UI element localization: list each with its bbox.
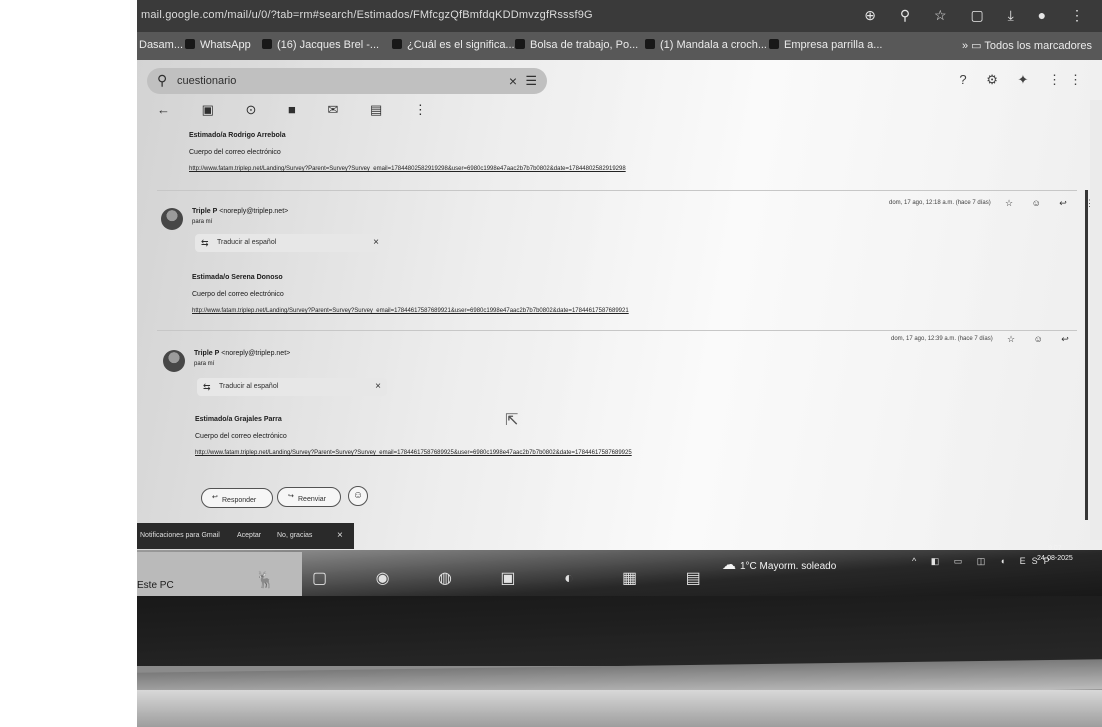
avatar [161, 208, 183, 230]
close-icon[interactable]: × [375, 381, 381, 392]
divider [157, 190, 1077, 191]
all-bookmarks[interactable]: » ▭ Todos los marcadores [962, 39, 1092, 52]
translate-banner[interactable]: ⇆ Traducir al español × [195, 234, 385, 252]
notification-snackbar: Notificaciones para Gmail Aceptar No, gr… [137, 523, 354, 549]
bookmark-item[interactable]: ¿Cuál es el significa... [392, 39, 515, 51]
survey-link[interactable]: http://www.fatam.triplep.net/Landing/Sur… [192, 308, 629, 314]
allow-notifications-button[interactable]: Aceptar [237, 532, 261, 539]
clear-search-icon[interactable]: × [509, 73, 517, 89]
bookmarks-bar: Dasam... WhatsApp (16) Jacques Brel -...… [137, 32, 1102, 60]
search-bar[interactable]: ⚲ cuestionario × ☰ [147, 68, 547, 94]
body-text: Cuerpo del correo electrónico [195, 433, 287, 440]
scrollbar[interactable] [1085, 190, 1088, 520]
gmail-header-icons[interactable]: ? ⚙ ✦ ⋮⋮ [959, 72, 1090, 88]
laptop-bezel [137, 596, 1102, 666]
youtube-icon [262, 39, 272, 49]
side-panel-strip[interactable] [1090, 100, 1102, 540]
page-icon [392, 39, 402, 49]
search-icon[interactable]: ⚲ [157, 72, 167, 89]
this-pc-label[interactable]: Este PC [137, 580, 174, 591]
browser-toolbar-icons[interactable]: ⊕ ⚲ ☆ ▢ ⤓ ● ⋮ [864, 7, 1094, 24]
divider [157, 330, 1077, 331]
weather-icon: ☁ [722, 556, 736, 572]
weather-widget[interactable]: ☁ 1°C Mayorm. soleado [722, 556, 836, 573]
emoji-reaction-button[interactable]: ☺ [348, 486, 368, 506]
reindeer-icon: 🦌 [255, 572, 275, 589]
bookmark-item[interactable]: Empresa parrilla a... [769, 39, 882, 51]
mouse-cursor-icon: ⇱ [505, 412, 519, 429]
taskbar-app-icons[interactable]: ▢ ◉ ◍ ▣ ◐ ▦ ▤ [312, 568, 723, 588]
reply-button[interactable]: ↩ Responder [201, 488, 273, 508]
close-icon[interactable]: × [373, 237, 379, 248]
deny-notifications-button[interactable]: No, gracias [277, 532, 312, 539]
taskbar-clock[interactable]: 9:07 24-08-2025 [1037, 544, 1073, 564]
greeting: Estimado/a Grajales Parra [195, 416, 282, 423]
sender[interactable]: Triple P <noreply@triplep.net> [194, 350, 290, 357]
avatar [163, 350, 185, 372]
search-options-icon[interactable]: ☰ [525, 73, 537, 89]
globe-icon [769, 39, 779, 49]
system-tray-icons[interactable]: ^ ◧ ▭ ◫ ◖ ESP [912, 556, 1056, 567]
translate-icon: ⇆ [201, 238, 209, 248]
search-input[interactable]: cuestionario [177, 75, 236, 87]
survey-link[interactable]: http://www.fatam.triplep.net/Landing/Sur… [195, 450, 632, 456]
bookmark-item[interactable]: Bolsa de trabajo, Po... [515, 39, 638, 51]
translate-icon: ⇆ [203, 382, 211, 392]
recipient[interactable]: para mí [192, 219, 212, 225]
translate-banner[interactable]: ⇆ Traducir al español × [197, 378, 387, 396]
laptop-base [137, 690, 1102, 727]
survey-link[interactable]: http://www.fatam.triplep.net/Landing/Sur… [189, 166, 626, 172]
youtube-icon [645, 39, 655, 49]
greeting: Estimada/o Serena Donoso [192, 274, 283, 281]
message-toolbar[interactable]: ← ▣ ⊙ ■ ✉ ▤ ⋮ [157, 102, 441, 124]
recipient[interactable]: para mí [194, 361, 214, 367]
gmail-window: ⚲ cuestionario × ☰ ? ⚙ ✦ ⋮⋮ ← ▣ ⊙ ■ ✉ ▤ … [137, 60, 1102, 550]
message-date: dom, 17 ago, 12:39 a.m. (hace 7 días) [891, 336, 993, 342]
greeting: Estimado/a Rodrigo Arrebola [189, 132, 286, 139]
message-date: dom, 17 ago, 12:18 a.m. (hace 7 días) [889, 200, 991, 206]
desktop-area [137, 552, 302, 600]
bookmark-item[interactable]: (16) Jacques Brel -... [262, 39, 379, 51]
whatsapp-icon [185, 39, 195, 49]
body-text: Cuerpo del correo electrónico [189, 149, 281, 156]
page-icon [515, 39, 525, 49]
photo-of-laptop-screen: mail.google.com/mail/u/0/?tab=rm#search/… [137, 0, 1102, 727]
url-text[interactable]: mail.google.com/mail/u/0/?tab=rm#search/… [141, 9, 593, 21]
body-text: Cuerpo del correo electrónico [192, 291, 284, 298]
bookmark-item[interactable]: WhatsApp [185, 39, 251, 51]
forward-button[interactable]: ↪ Reenviar [277, 487, 341, 507]
browser-address-bar[interactable]: mail.google.com/mail/u/0/?tab=rm#search/… [137, 0, 1102, 32]
bookmark-item[interactable]: (1) Mandala a croch... [645, 39, 767, 51]
sender[interactable]: Triple P <noreply@triplep.net> [192, 208, 288, 215]
bookmark-item[interactable]: Dasam... [139, 39, 183, 51]
close-icon[interactable]: × [337, 530, 343, 541]
